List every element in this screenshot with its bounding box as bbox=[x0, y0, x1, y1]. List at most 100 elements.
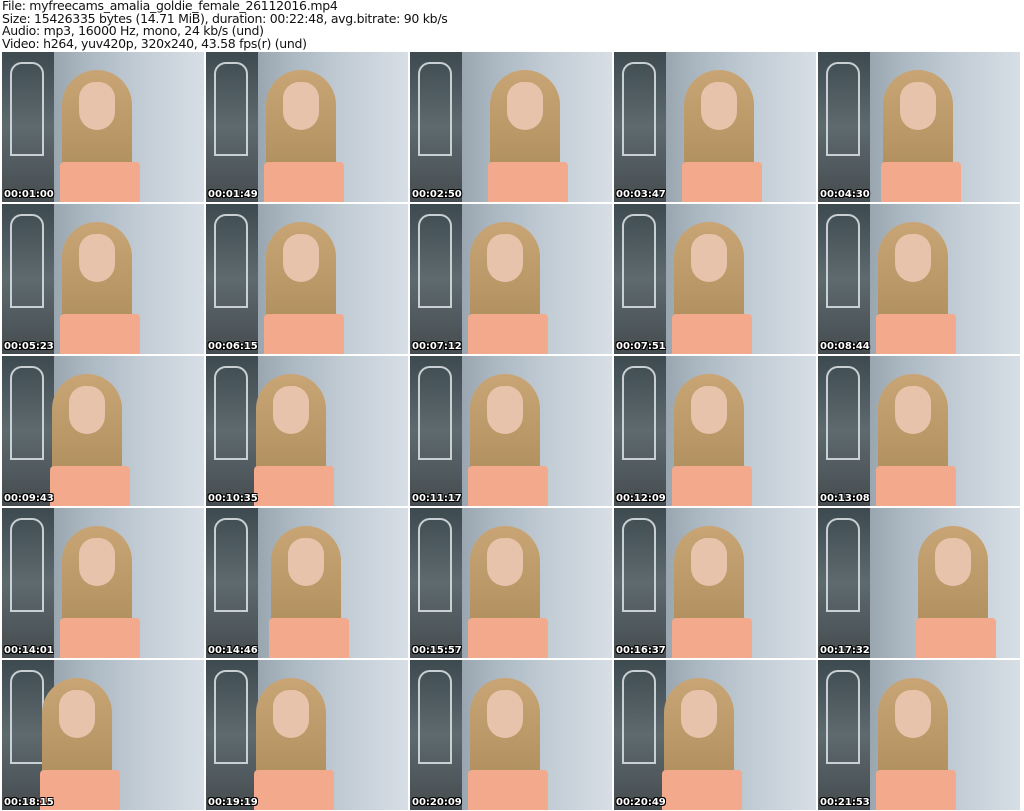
thumbnail-figure-clothing bbox=[264, 162, 344, 202]
video-thumbnail: 00:07:51 bbox=[614, 204, 816, 354]
timestamp-label: 00:20:09 bbox=[412, 797, 462, 808]
thumbnail-figure-face bbox=[283, 82, 319, 130]
video-thumbnail: 00:01:00 bbox=[2, 52, 204, 202]
video-thumbnail: 00:21:53 bbox=[818, 660, 1020, 810]
thumbnail-figure-clothing bbox=[269, 618, 349, 658]
timestamp-label: 00:10:35 bbox=[208, 493, 258, 504]
thumbnail-figure-clothing bbox=[916, 618, 996, 658]
thumbnail-figure-clothing bbox=[264, 314, 344, 354]
thumbnail-figure-face bbox=[487, 386, 523, 434]
thumbnail-background bbox=[206, 508, 258, 658]
thumbnail-grid: 00:01:00 00:01:49 00:02:50 00:03:47 00:04:30… bbox=[2, 52, 1020, 810]
thumbnail-figure-clothing bbox=[254, 770, 334, 810]
timestamp-label: 00:21:53 bbox=[820, 797, 870, 808]
thumbnail-figure-face bbox=[701, 82, 737, 130]
timestamp-label: 00:07:51 bbox=[616, 341, 666, 352]
video-thumbnail: 00:16:37 bbox=[614, 508, 816, 658]
thumbnail-figure-clothing bbox=[662, 770, 742, 810]
timestamp-label: 00:16:37 bbox=[616, 645, 666, 656]
video-thumbnail: 00:14:46 bbox=[206, 508, 408, 658]
thumbnail-background bbox=[818, 660, 870, 810]
thumbnail-figure-face bbox=[79, 538, 115, 586]
thumbnail-figure-face bbox=[691, 234, 727, 282]
thumbnail-background bbox=[614, 204, 666, 354]
thumbnail-figure-face bbox=[507, 82, 543, 130]
video-thumbnail: 00:11:17 bbox=[410, 356, 612, 506]
timestamp-label: 00:09:43 bbox=[4, 493, 54, 504]
thumbnail-figure-clothing bbox=[50, 466, 130, 506]
video-thumbnail: 00:14:01 bbox=[2, 508, 204, 658]
thumbnail-figure-face bbox=[273, 690, 309, 738]
thumbnail-figure-face bbox=[69, 386, 105, 434]
thumbnail-background bbox=[410, 660, 462, 810]
thumbnail-figure-face bbox=[59, 690, 95, 738]
timestamp-label: 00:15:57 bbox=[412, 645, 462, 656]
timestamp-label: 00:02:50 bbox=[412, 189, 462, 200]
timestamp-label: 00:05:23 bbox=[4, 341, 54, 352]
video-thumbnail: 00:02:50 bbox=[410, 52, 612, 202]
timestamp-label: 00:08:44 bbox=[820, 341, 870, 352]
thumbnail-figure-clothing bbox=[672, 314, 752, 354]
thumbnail-figure-clothing bbox=[254, 466, 334, 506]
thumbnail-figure-clothing bbox=[876, 466, 956, 506]
thumbnail-figure-clothing bbox=[468, 770, 548, 810]
video-thumbnail: 00:03:47 bbox=[614, 52, 816, 202]
timestamp-label: 00:01:00 bbox=[4, 189, 54, 200]
thumbnail-figure-face bbox=[283, 234, 319, 282]
video-thumbnail: 00:10:35 bbox=[206, 356, 408, 506]
thumbnail-figure-face bbox=[288, 538, 324, 586]
thumbnail-background bbox=[614, 508, 666, 658]
thumbnail-figure-clothing bbox=[488, 162, 568, 202]
thumbnail-figure-clothing bbox=[60, 314, 140, 354]
timestamp-label: 00:06:15 bbox=[208, 341, 258, 352]
video-thumbnail: 00:05:23 bbox=[2, 204, 204, 354]
thumbnail-figure-face bbox=[487, 234, 523, 282]
timestamp-label: 00:01:49 bbox=[208, 189, 258, 200]
timestamp-label: 00:13:08 bbox=[820, 493, 870, 504]
thumbnail-background bbox=[206, 204, 258, 354]
thumbnail-figure-clothing bbox=[876, 314, 956, 354]
video-thumbnail: 00:12:09 bbox=[614, 356, 816, 506]
thumbnail-background bbox=[206, 356, 258, 506]
video-thumbnail: 00:20:49 bbox=[614, 660, 816, 810]
thumbnail-background bbox=[410, 52, 462, 202]
thumbnail-background bbox=[410, 204, 462, 354]
thumbnail-figure-face bbox=[487, 538, 523, 586]
thumbnail-background bbox=[2, 204, 54, 354]
thumbnail-figure-face bbox=[895, 234, 931, 282]
thumbnail-figure-face bbox=[895, 690, 931, 738]
thumbnail-figure-face bbox=[79, 82, 115, 130]
timestamp-label: 00:19:19 bbox=[208, 797, 258, 808]
video-thumbnail: 00:15:57 bbox=[410, 508, 612, 658]
thumbnail-figure-face bbox=[691, 538, 727, 586]
thumbnail-background bbox=[206, 52, 258, 202]
video-thumbnail: 00:09:43 bbox=[2, 356, 204, 506]
thumbnail-background bbox=[818, 508, 870, 658]
video-thumbnail: 00:18:15 bbox=[2, 660, 204, 810]
video-thumbnail: 00:07:12 bbox=[410, 204, 612, 354]
timestamp-label: 00:14:46 bbox=[208, 645, 258, 656]
thumbnail-background bbox=[410, 508, 462, 658]
thumbnail-background bbox=[818, 52, 870, 202]
thumbnail-figure-face bbox=[900, 82, 936, 130]
thumbnail-background bbox=[614, 356, 666, 506]
thumbnail-figure-clothing bbox=[468, 466, 548, 506]
video-thumbnail: 00:04:30 bbox=[818, 52, 1020, 202]
thumbnail-background bbox=[2, 356, 54, 506]
thumbnail-figure-clothing bbox=[682, 162, 762, 202]
thumbnail-background bbox=[410, 356, 462, 506]
thumbnail-figure-clothing bbox=[60, 162, 140, 202]
thumbnail-figure-face bbox=[895, 386, 931, 434]
thumbnail-background bbox=[2, 52, 54, 202]
thumbnail-figure-clothing bbox=[468, 314, 548, 354]
thumbnail-figure-clothing bbox=[876, 770, 956, 810]
thumbnail-figure-face bbox=[681, 690, 717, 738]
thumbnail-figure-face bbox=[935, 538, 971, 586]
video-thumbnail: 00:06:15 bbox=[206, 204, 408, 354]
thumbnail-figure-clothing bbox=[60, 618, 140, 658]
video-thumbnail: 00:08:44 bbox=[818, 204, 1020, 354]
timestamp-label: 00:14:01 bbox=[4, 645, 54, 656]
timestamp-label: 00:03:47 bbox=[616, 189, 666, 200]
thumbnail-background bbox=[614, 52, 666, 202]
video-thumbnail: 00:17:32 bbox=[818, 508, 1020, 658]
